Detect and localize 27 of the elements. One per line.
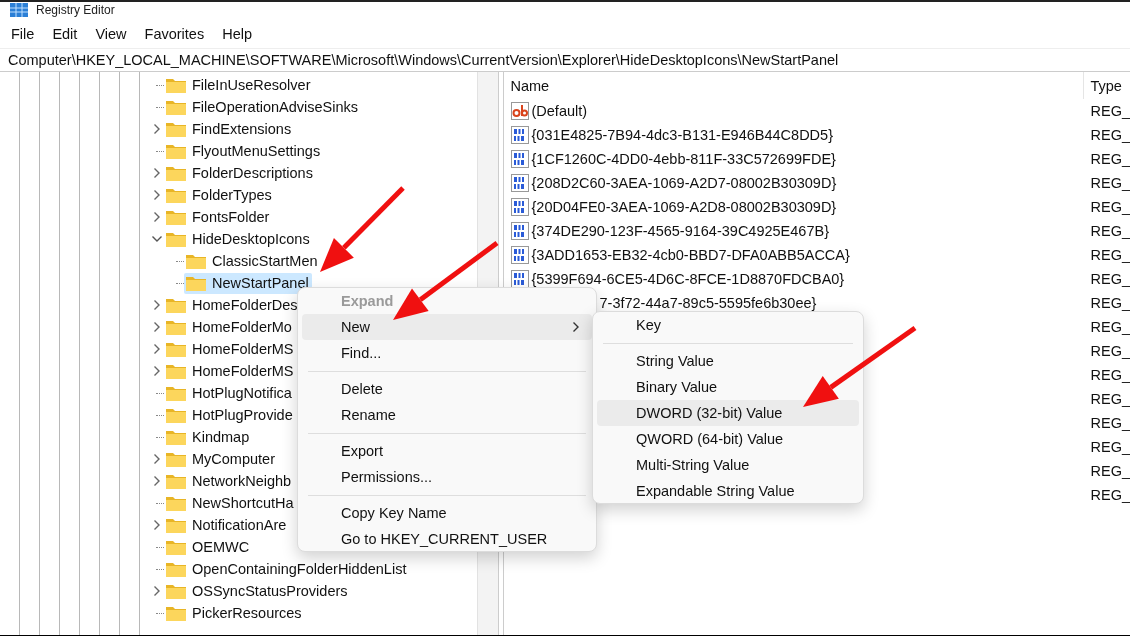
table-cell: {3ADD1653-EB32-4cb0-BBD7-DFA0ABB5ACCA} [531, 247, 850, 263]
table-cell-text: REG_ [1089, 319, 1130, 335]
table-cell: {374DE290-123F-4565-9164-39C4925E467B} [531, 223, 829, 239]
table-cell-text: REG_ [1089, 151, 1130, 167]
table-cell-text: REG_ [1089, 223, 1130, 239]
table-cell-text: REG_ [1089, 463, 1130, 479]
table-cell-text: REG_ [1089, 199, 1130, 215]
table-cell-text: REG_ [1089, 367, 1130, 383]
table-cell-text: REG_ [1089, 415, 1130, 431]
table-cell-text: REG_ [1089, 487, 1130, 503]
table-cell-text: REG_ [1089, 103, 1130, 119]
table-cell-text: REG_ [1089, 127, 1130, 143]
table-cell-text: REG_ [1089, 439, 1130, 455]
table-cell: {1CF1260C-4DD0-4ebb-811F-33C572699FDE} [531, 151, 836, 167]
window-title: Registry Editor [36, 2, 115, 18]
table-cell-text: REG_ [1089, 271, 1130, 287]
table-cell-text: REG_ [1089, 247, 1130, 263]
table-cell: {208D2C60-3AEA-1069-A2D7-08002B30309D} [531, 175, 837, 191]
table-cell-text: REG_ [1089, 343, 1130, 359]
table-cell-text: REG_ [1089, 391, 1130, 407]
table-cell-text: REG_ [1089, 175, 1130, 191]
table-cell: (Default) [531, 103, 588, 119]
table-cell: {20D04FE0-3AEA-1069-A2D8-08002B30309D} [531, 199, 837, 215]
table-cell: 7-3f72-44a7-89c5-5595fe6b30ee} [599, 295, 817, 311]
table-cell-text: REG_ [1089, 295, 1130, 311]
table-cell: {031E4825-7B94-4dc3-B131-E946B44C8DD5} [531, 127, 833, 143]
table-cell: {5399F694-6CE5-4D6C-8FCE-1D8870FDCBA0} [531, 271, 845, 287]
